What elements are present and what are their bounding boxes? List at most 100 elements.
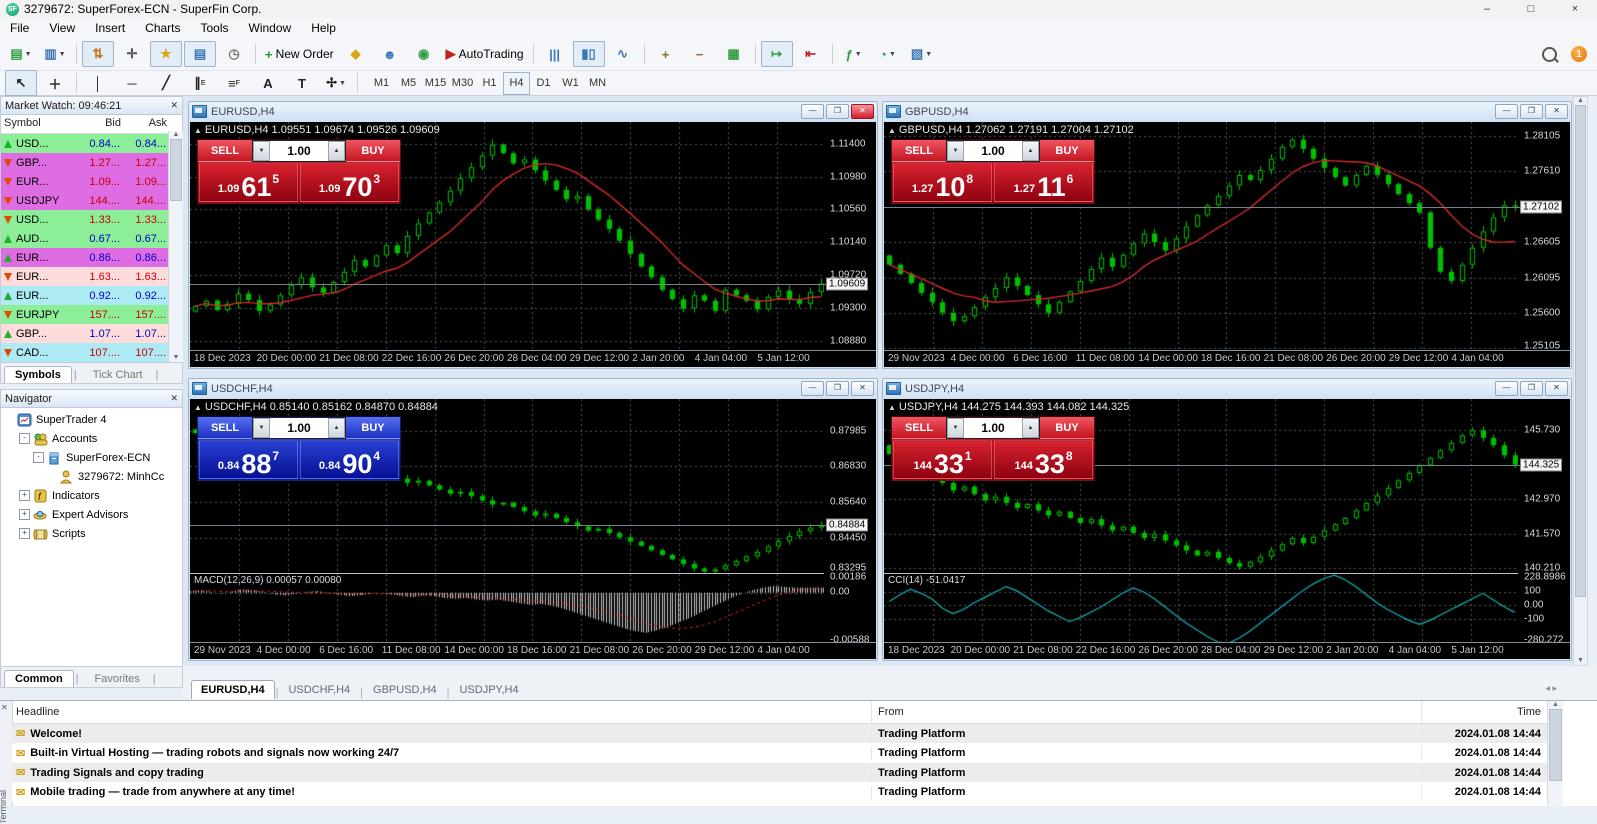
chart-restore-button[interactable]: ❒ xyxy=(1520,104,1543,119)
indicator-subwindow[interactable]: MACD(12,26,9) 0.00057 0.00080 xyxy=(190,573,827,646)
price-scale[interactable]: 0.87985 0.86830 0.85640 0.84450 0.83295 0.848… xyxy=(824,399,876,645)
volume-decrease-button[interactable]: ▼ xyxy=(947,418,964,438)
line-chart-button[interactable]: ∿ xyxy=(607,41,639,67)
search-icon[interactable] xyxy=(1542,46,1557,62)
periods-button[interactable]: ◔ ▼ xyxy=(872,41,904,67)
tab-scroll-arrows[interactable]: ◂ ▸ xyxy=(1545,683,1557,694)
volume-decrease-button[interactable]: ▼ xyxy=(947,141,964,161)
templates-button[interactable]: ▧ ▼ xyxy=(906,41,938,67)
market-watch-row[interactable]: EUR... 0.86... 0.86... xyxy=(1,248,182,267)
cursor-tool[interactable]: ↖ xyxy=(5,70,37,96)
timeframe-w1[interactable]: W1 xyxy=(557,72,584,95)
collapse-panel-icon[interactable]: ▲ xyxy=(194,126,202,135)
timeframe-m30[interactable]: M30 xyxy=(449,72,476,95)
column-header-ask[interactable]: Ask xyxy=(124,115,170,133)
new-order-button[interactable]: + New Order xyxy=(261,41,338,67)
shapes-tool[interactable]: ✢ ▼ xyxy=(320,70,352,96)
market-watch-row[interactable]: USD... 0.84... 0.84... xyxy=(1,134,182,153)
terminal-close-icon[interactable]: ✕ xyxy=(1,703,8,712)
tile-windows-button[interactable]: ▦ xyxy=(718,41,750,67)
chart-tab-gbpusd-h4[interactable]: GBPUSD,H4 xyxy=(364,681,446,699)
tree-expand-icon[interactable]: + xyxy=(19,490,30,501)
market-watch-row[interactable]: EURJPY 157.... 157.... xyxy=(1,305,182,324)
new-chart-button[interactable]: ▤ ▼ xyxy=(5,41,37,67)
sell-button[interactable]: SELL xyxy=(198,140,252,162)
market-watch-row[interactable]: USD... 1.33... 1.33... xyxy=(1,210,182,229)
market-watch-scrollbar[interactable]: ▲ ▼ xyxy=(168,131,183,362)
chart-close-button[interactable]: ✕ xyxy=(851,381,874,396)
tree-expand-icon[interactable]: - xyxy=(33,452,44,463)
timeframe-d1[interactable]: D1 xyxy=(530,72,557,95)
chart-window-titlebar[interactable]: GBPUSD,H4 — ❒ ✕ xyxy=(883,102,1571,121)
chart-plot-area[interactable]: ▲ USDCHF,H4 0.85140 0.85162 0.84870 0.848… xyxy=(190,399,827,574)
volume-input[interactable]: 1.00 xyxy=(270,141,328,161)
fibonacci-tool[interactable]: ≡ F xyxy=(218,70,250,96)
market-watch-row[interactable]: GBP... 1.07... 1.07... xyxy=(1,324,182,343)
data-window-toggle[interactable]: ✛ xyxy=(116,41,148,67)
navigator-item-superforex-ecn[interactable]: - SuperForex-ECN xyxy=(1,448,182,467)
menu-window[interactable]: Window xyxy=(239,19,302,37)
chart-tab-usdchf-h4[interactable]: USDCHF,H4 xyxy=(279,681,359,699)
vline-tool[interactable]: │ xyxy=(82,70,114,96)
navigator-item-accounts[interactable]: - Accounts xyxy=(1,429,182,448)
text-tool[interactable]: A xyxy=(252,70,284,96)
timeframe-m5[interactable]: M5 xyxy=(395,72,422,95)
chart-minimize-button[interactable]: — xyxy=(801,104,824,119)
bar-chart-button[interactable]: ||| xyxy=(539,41,571,67)
terminal-row[interactable]: ✉ Built-in Virtual Hosting — trading robo… xyxy=(12,743,1547,763)
market-watch-row[interactable]: USDJPY 144.... 144.... xyxy=(1,191,182,210)
chart-restore-button[interactable]: ❒ xyxy=(826,104,849,119)
volume-increase-button[interactable]: ▲ xyxy=(328,141,345,161)
terminal-row[interactable]: ✉ Mobile trading — trade from anywhere at… xyxy=(12,782,1547,802)
candle-chart-button[interactable]: ▮▯ xyxy=(572,41,605,67)
chart-window-titlebar[interactable]: EURUSD,H4 — ❒ ✕ xyxy=(189,102,877,121)
zoom-in-button[interactable]: + xyxy=(650,41,682,67)
terminal-column-from[interactable]: From xyxy=(872,701,1422,723)
chart-window-titlebar[interactable]: USDCHF,H4 — ❒ ✕ xyxy=(189,379,877,398)
volume-increase-button[interactable]: ▲ xyxy=(1022,418,1039,438)
chart-close-button[interactable]: ✕ xyxy=(1545,104,1568,119)
workspace-scrollbar[interactable]: ▲ ▼ xyxy=(1573,96,1588,666)
market-watch-row[interactable]: AUD... 0.67... 0.67... xyxy=(1,229,182,248)
volume-increase-button[interactable]: ▲ xyxy=(1022,141,1039,161)
market-watch-row[interactable]: GBP... 1.27... 1.27... xyxy=(1,153,182,172)
chart-minimize-button[interactable]: — xyxy=(801,381,824,396)
navigator-item-3279672-minhcc[interactable]: 3279672: MinhCc xyxy=(1,467,182,486)
timeframe-m1[interactable]: M1 xyxy=(368,72,395,95)
market-watch-tab-tick-chart[interactable]: Tick Chart xyxy=(82,366,154,383)
app-maximize-button[interactable]: □ xyxy=(1509,1,1553,18)
signals-button[interactable]: ◉ xyxy=(408,41,440,67)
column-header-bid[interactable]: Bid xyxy=(78,115,124,133)
terminal-column-headline[interactable]: Headline xyxy=(12,701,872,723)
market-watch-row[interactable]: CAD... 107.... 107.... xyxy=(1,343,182,362)
indicators-button[interactable]: ƒ ▼ xyxy=(838,41,870,67)
menu-tools[interactable]: Tools xyxy=(191,19,239,37)
navigator-item-indicators[interactable]: + f Indicators xyxy=(1,486,182,505)
market-watch-header[interactable]: Market Watch: 09:46:21 ✕ xyxy=(0,96,183,115)
menu-help[interactable]: Help xyxy=(301,19,346,37)
column-header-symbol[interactable]: Symbol xyxy=(1,115,78,133)
chart-close-button[interactable]: ✕ xyxy=(851,104,874,119)
timeframe-m15[interactable]: M15 xyxy=(422,72,449,95)
market-watch-row[interactable]: EUR... 0.92... 0.92... xyxy=(1,286,182,305)
profiles-button[interactable]: ▥ ▼ xyxy=(39,41,71,67)
sell-price[interactable]: 1.27 10 8 xyxy=(893,163,992,202)
sell-price[interactable]: 1.09 61 5 xyxy=(199,163,298,202)
navigator-toggle[interactable]: ★ xyxy=(150,41,182,67)
hline-tool[interactable]: ─ xyxy=(116,70,148,96)
date-axis[interactable]: 18 Dec 2023 20 Dec 00:00 21 Dec 08:00 22 De… xyxy=(884,642,1570,659)
price-scale[interactable]: 145.730 142.970 141.570 140.210 144.325 228.8… xyxy=(1518,399,1570,645)
app-close-button[interactable]: × xyxy=(1553,1,1597,18)
volume-input[interactable]: 1.00 xyxy=(964,141,1022,161)
market-watch-row[interactable]: EUR... 1.09... 1.09... xyxy=(1,172,182,191)
autotrading-button[interactable]: ▶ AutoTrading xyxy=(442,41,528,67)
terminal-scrollbar[interactable]: ▲ xyxy=(1547,701,1563,806)
collapse-panel-icon[interactable]: ▲ xyxy=(888,403,896,412)
sell-price[interactable]: 0.84 88 7 xyxy=(199,440,298,479)
navigator-tab-favorites[interactable]: Favorites xyxy=(84,670,151,687)
date-axis[interactable]: 29 Nov 2023 4 Dec 00:00 6 Dec 16:00 11 Dec … xyxy=(884,350,1570,367)
strategy-tester-toggle[interactable]: ◷ xyxy=(218,41,250,67)
chart-plot-area[interactable]: ▲ GBPUSD,H4 1.27062 1.27191 1.27004 1.271… xyxy=(884,122,1521,354)
navigator-header[interactable]: Navigator ✕ xyxy=(0,389,183,408)
tree-expand-icon[interactable]: + xyxy=(19,509,30,520)
